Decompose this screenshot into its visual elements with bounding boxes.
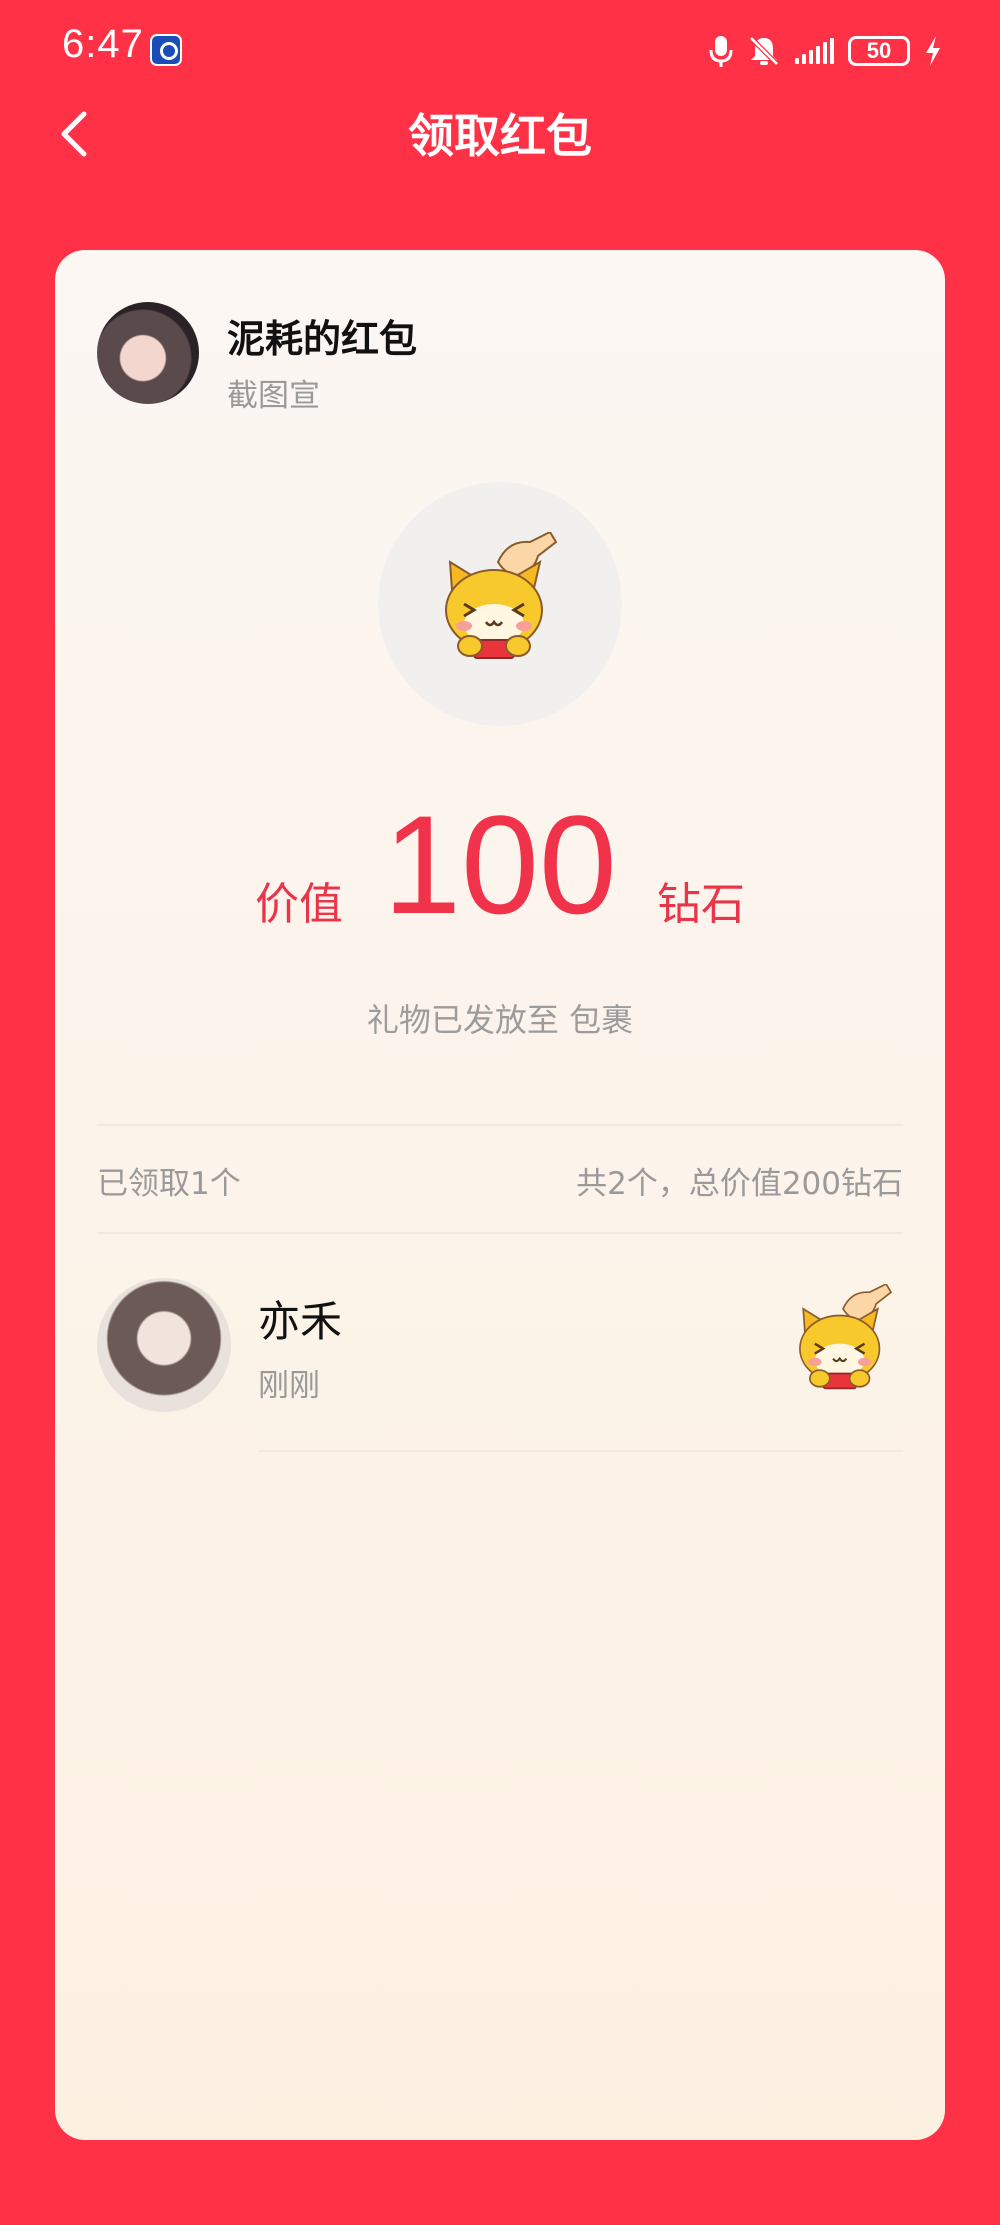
cat-gift-icon bbox=[445, 532, 558, 659]
charging-icon bbox=[926, 36, 940, 66]
receiver-time: 刚刚 bbox=[258, 1368, 320, 1404]
microphone-icon bbox=[709, 36, 733, 67]
sender-avatar[interactable] bbox=[97, 302, 199, 404]
receiver-avatar[interactable] bbox=[97, 1278, 231, 1412]
app-notification-icon bbox=[150, 34, 182, 66]
battery-level: 50 bbox=[866, 38, 892, 63]
status-icons: 50 bbox=[709, 28, 942, 74]
receiver-name: 亦禾 bbox=[258, 1297, 343, 1346]
claimed-count: 已领取1个 bbox=[97, 1166, 241, 1202]
divider bbox=[258, 1450, 903, 1452]
value-unit: 钻石 bbox=[657, 879, 745, 930]
sent-note: 礼物已发放至 包裹 bbox=[366, 1001, 634, 1039]
divider bbox=[97, 1124, 903, 1126]
red-packet-card: 泥耗的红包 截图宣 价值 100 钻石 礼物已发放至 包裹 已领取1个 共2个，… bbox=[55, 250, 945, 2140]
bell-muted-icon bbox=[749, 36, 779, 66]
gift-image-circle bbox=[378, 482, 622, 726]
signal-icon bbox=[795, 38, 834, 64]
header: 领取红包 bbox=[0, 90, 1000, 170]
value-amount: 100 bbox=[383, 786, 617, 943]
cat-gift-icon bbox=[799, 1284, 893, 1390]
total-summary: 共2个，总价值200钻石 bbox=[576, 1166, 903, 1202]
status-time: 6:47 bbox=[62, 22, 144, 66]
battery-icon: 50 bbox=[848, 36, 910, 66]
sender-subtitle: 截图宣 bbox=[227, 378, 320, 414]
value-prefix: 价值 bbox=[255, 879, 343, 930]
divider bbox=[97, 1232, 903, 1234]
sender-name: 泥耗的红包 bbox=[227, 317, 418, 361]
page-title: 领取红包 bbox=[408, 109, 592, 163]
status-bar: 6:47 50 bbox=[0, 0, 1000, 100]
